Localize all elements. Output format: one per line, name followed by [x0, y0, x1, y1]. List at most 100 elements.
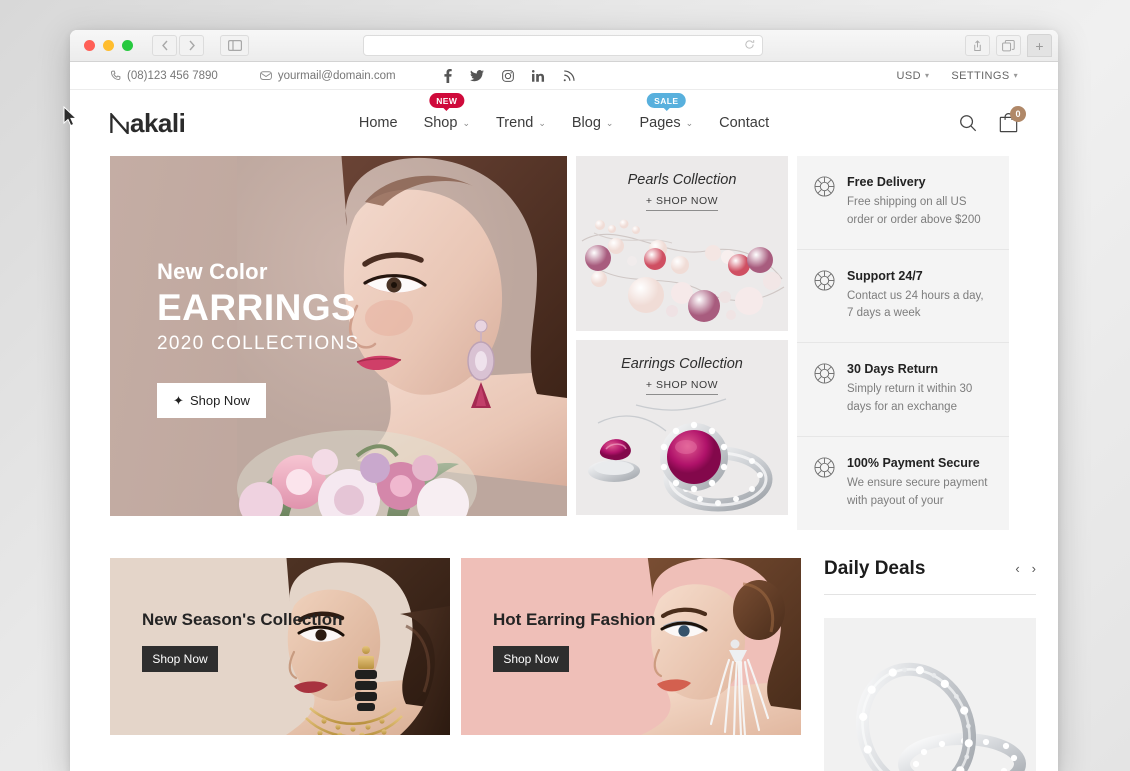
daily-deals-title: Daily Deals [824, 557, 926, 579]
banner-title: New Season's Collection [142, 609, 343, 629]
nav-item-contact[interactable]: Contact [719, 111, 769, 135]
instagram-icon[interactable] [501, 69, 514, 83]
banner-shop-now-button[interactable]: Shop Now [493, 646, 569, 673]
linkedin-icon[interactable] [531, 69, 545, 83]
topbar-right-menu: USD ▾ SETTINGS ▾ [897, 70, 1019, 82]
nav-label: Shop [423, 115, 458, 131]
feature-description: Simply return it within 30 days for an e… [847, 383, 973, 414]
browser-nav-group [152, 35, 249, 56]
promo-title: Pearls Collection [627, 172, 737, 188]
envelope-icon [259, 70, 272, 81]
settings-label: SETTINGS [951, 69, 1010, 82]
reload-icon[interactable] [744, 39, 755, 53]
nav-label: Home [358, 115, 398, 131]
feature-title: 100% Payment Secure [847, 455, 980, 470]
search-icon[interactable] [959, 114, 977, 132]
nav-label: Trend [495, 115, 534, 131]
nav-label: Contact [719, 115, 770, 131]
secondary-banner-row: New Season's Collection Shop Now Hot Ear… [110, 557, 1036, 771]
nav-item-pages[interactable]: SALE Pages ⌄ [639, 93, 693, 135]
chevron-down-icon: ⌄ [462, 117, 470, 128]
currency-selector[interactable]: USD ▾ [897, 70, 930, 82]
feature-support: Support 24/7 Contact us 24 hours a day, … [797, 250, 1009, 344]
banner-title: Hot Earring Fashion [493, 609, 656, 629]
main-content: New Color EARRINGS 2020 COLLECTIONS ✦ Sh… [70, 156, 1058, 771]
facebook-icon[interactable] [443, 68, 452, 83]
hero-title: EARRINGS [157, 287, 357, 328]
feature-description: Free shipping on all US order or order a… [847, 196, 981, 226]
back-button[interactable] [152, 35, 177, 56]
feature-description: Contact us 24 hours a day, 7 days a week [847, 289, 984, 320]
pearl-necklace-image [576, 213, 788, 331]
maximize-window-button[interactable] [122, 40, 133, 51]
feature-text: Free Delivery Free shipping on all US or… [847, 175, 993, 230]
daily-deals-section: Daily Deals ‹ › [824, 558, 1036, 771]
promo-card-pearls[interactable]: Pearls Collection + SHOP NOW [576, 156, 788, 331]
daily-deal-product-image[interactable] [824, 617, 1036, 771]
new-tab-button[interactable]: + [1027, 34, 1052, 57]
sidebar-toggle-button[interactable] [220, 35, 249, 56]
phone-number: (08)123 456 7890 [127, 69, 218, 82]
ruby-ring-image [576, 397, 788, 515]
nav-item-home[interactable]: Home [359, 111, 398, 135]
shopping-bag-icon[interactable]: 0 [999, 106, 1026, 133]
promo-shop-now-link[interactable]: + SHOP NOW [645, 379, 719, 395]
contact-email[interactable]: yourmail@domain.com [259, 70, 396, 82]
close-window-button[interactable] [84, 40, 95, 51]
address-bar[interactable] [363, 35, 763, 56]
features-panel: Free Delivery Free shipping on all US or… [797, 156, 1009, 530]
feature-returns: 30 Days Return Simply return it within 3… [797, 343, 1009, 437]
rss-icon[interactable] [563, 69, 575, 83]
chevron-down-icon: ⌄ [538, 117, 546, 128]
tab-overview-icon[interactable] [996, 35, 1021, 56]
website-content: (08)123 456 7890 yourmail@domain.com USD… [70, 62, 1058, 771]
banner-text-block: Hot Earring Fashion Shop Now [493, 610, 655, 673]
new-tab-label: + [1035, 37, 1044, 54]
cart-badge: 0 [1010, 106, 1026, 122]
nav-item-blog[interactable]: Blog ⌄ [572, 111, 614, 135]
plus-icon: ✦ [173, 392, 184, 408]
share-icon[interactable] [965, 35, 990, 56]
hero-banner[interactable]: New Color EARRINGS 2020 COLLECTIONS ✦ Sh… [110, 156, 567, 516]
feature-text: 30 Days Return Simply return it within 3… [847, 362, 993, 417]
banner-new-season[interactable]: New Season's Collection Shop Now [110, 557, 450, 735]
feature-text: Support 24/7 Contact us 24 hours a day, … [847, 269, 993, 324]
promo-card-earrings[interactable]: Earrings Collection + SHOP NOW [576, 340, 788, 515]
social-links [443, 68, 575, 83]
forward-button[interactable] [179, 35, 204, 56]
site-logo[interactable]: akali [110, 108, 186, 139]
currency-label: USD [896, 69, 921, 82]
chevron-down-icon: ⌄ [605, 117, 614, 128]
daily-deals-carousel-controls: ‹ › [1015, 561, 1036, 576]
twitter-icon[interactable] [469, 69, 484, 83]
feature-title: Support 24/7 [847, 268, 923, 283]
contact-phone[interactable]: (08)123 456 7890 [110, 70, 218, 82]
gem-icon [814, 270, 835, 324]
chevron-left-icon[interactable]: ‹ [1015, 561, 1019, 576]
nav-label: Pages [639, 115, 681, 131]
nav-item-trend[interactable]: Trend ⌄ [496, 111, 546, 135]
banner-shop-now-button[interactable]: Shop Now [142, 646, 218, 673]
feature-title: 30 Days Return [847, 362, 939, 377]
browser-toolbar-right: + [965, 34, 1052, 57]
banner-hot-earring[interactable]: Hot Earring Fashion Shop Now [461, 557, 801, 735]
hero-shop-now-button[interactable]: ✦ Shop Now [157, 383, 266, 419]
site-header: akali Home NEW Shop ⌄ Trend ⌄ Blog ⌄ SAL… [70, 90, 1058, 156]
nav-badge-new: NEW [429, 93, 465, 108]
promo-shop-now-link[interactable]: + SHOP NOW [645, 195, 719, 211]
minimize-window-button[interactable] [103, 40, 114, 51]
phone-icon [110, 70, 121, 81]
hero-row: New Color EARRINGS 2020 COLLECTIONS ✦ Sh… [110, 156, 1018, 530]
settings-selector[interactable]: SETTINGS ▾ [951, 70, 1018, 82]
gem-icon [814, 176, 835, 230]
nav-item-shop[interactable]: NEW Shop ⌄ [423, 93, 470, 135]
feature-description: We ensure secure payment with payout of … [847, 476, 988, 507]
main-navigation: Home NEW Shop ⌄ Trend ⌄ Blog ⌄ SALE Page… [359, 93, 769, 135]
window-traffic-lights[interactable] [84, 40, 133, 51]
feature-title: Free Delivery [847, 175, 926, 189]
chevron-right-icon[interactable]: › [1032, 561, 1036, 576]
header-actions: 0 [959, 106, 1026, 133]
feature-free-delivery: Free Delivery Free shipping on all US or… [797, 156, 1009, 250]
hero-button-label: Shop Now [189, 393, 250, 409]
feature-payment-secure: 100% Payment Secure We ensure secure pay… [797, 437, 1009, 530]
